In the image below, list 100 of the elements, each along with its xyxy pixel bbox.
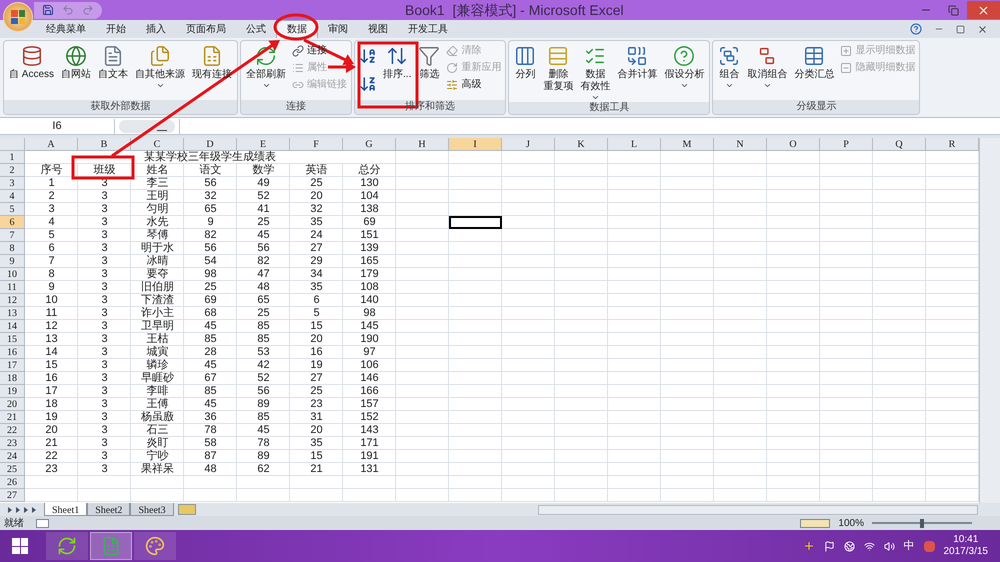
ribbon-button[interactable]: 假设分析 — [661, 42, 708, 90]
page-view-icon[interactable] — [800, 518, 830, 528]
column-header[interactable]: P — [820, 138, 873, 151]
taskbar-app[interactable] — [46, 532, 88, 560]
ribbon-tab[interactable]: 开发工具 — [398, 20, 458, 38]
row-header[interactable]: 5 — [0, 203, 25, 216]
ribbon-button[interactable]: 排序... — [380, 42, 414, 81]
row-header[interactable]: 27 — [0, 489, 25, 502]
sheet-tab[interactable]: Sheet2 — [87, 503, 130, 516]
vertical-scrollbar[interactable] — [979, 138, 1000, 503]
save-icon[interactable] — [42, 4, 54, 16]
ribbon-tab[interactable]: 公式 — [236, 20, 276, 38]
column-header[interactable]: H — [396, 138, 449, 151]
clock[interactable]: 10:41 2017/3/15 — [944, 534, 988, 558]
row-header[interactable]: 4 — [0, 190, 25, 203]
help-icon[interactable] — [910, 23, 922, 35]
column-header[interactable]: G — [343, 138, 396, 151]
row-header[interactable]: 17 — [0, 359, 25, 372]
name-box[interactable]: I6 — [0, 119, 115, 134]
fx-button[interactable] — [119, 120, 175, 133]
ribbon-button[interactable]: 取消组合 — [744, 42, 790, 90]
ribbon-tab[interactable]: 审阅 — [318, 20, 358, 38]
row-header[interactable]: 22 — [0, 424, 25, 437]
column-header[interactable]: O — [767, 138, 820, 151]
column-header[interactable]: I — [449, 138, 502, 151]
volume-icon[interactable] — [884, 540, 894, 552]
horizontal-scrollbar[interactable] — [538, 504, 978, 514]
row-header[interactable]: 8 — [0, 242, 25, 255]
column-header[interactable]: J — [502, 138, 555, 151]
row-header[interactable]: 7 — [0, 229, 25, 242]
column-header[interactable]: N — [714, 138, 767, 151]
taskbar-app[interactable] — [134, 532, 176, 560]
input-method[interactable]: 中 — [904, 538, 914, 554]
row-header[interactable]: 2 — [0, 164, 25, 177]
row-header[interactable]: 14 — [0, 320, 25, 333]
column-header[interactable]: E — [237, 138, 290, 151]
row-header[interactable]: 25 — [0, 463, 25, 476]
ribbon-button[interactable]: 数据 有效性 — [577, 42, 614, 102]
ribbon-tab[interactable]: 开始 — [96, 20, 136, 38]
close-icon[interactable] — [977, 24, 988, 34]
zoom-slider[interactable] — [872, 518, 972, 528]
close-button[interactable] — [967, 1, 1000, 19]
ribbon-button[interactable]: 全部刷新 — [243, 42, 290, 90]
active-cell[interactable] — [449, 216, 502, 229]
row-header[interactable]: 18 — [0, 372, 25, 385]
row-header[interactable]: 26 — [0, 476, 25, 489]
wifi-icon[interactable] — [864, 540, 874, 552]
slider-thumb[interactable] — [920, 518, 924, 528]
row-header[interactable]: 23 — [0, 437, 25, 450]
column-header[interactable]: L — [608, 138, 661, 151]
row-header[interactable]: 12 — [0, 294, 25, 307]
ribbon-button[interactable]: 自文本 — [95, 42, 132, 81]
row-header[interactable]: 24 — [0, 450, 25, 463]
row-header[interactable]: 6 — [0, 216, 25, 229]
network-icon[interactable] — [844, 540, 854, 552]
row-header[interactable]: 11 — [0, 281, 25, 294]
flag-icon[interactable] — [824, 540, 834, 552]
ribbon-button[interactable]: 自网站 — [58, 42, 94, 81]
ribbon-button[interactable]: 合并计算 — [614, 42, 660, 81]
office-button[interactable] — [3, 2, 33, 32]
insert-sheet-icon[interactable] — [178, 504, 196, 515]
row-header[interactable]: 19 — [0, 385, 25, 398]
column-header[interactable]: K — [555, 138, 608, 151]
windows-logo-icon[interactable] — [12, 538, 28, 554]
column-header[interactable]: F — [290, 138, 343, 151]
ribbon-button[interactable]: 删除 重复项 — [540, 42, 576, 93]
column-header[interactable]: B — [78, 138, 131, 151]
row-header[interactable]: 1 — [0, 151, 25, 164]
column-header[interactable]: A — [25, 138, 78, 151]
column-header[interactable]: D — [184, 138, 237, 151]
column-header[interactable]: M — [661, 138, 714, 151]
sheet-tab[interactable]: Sheet1 — [44, 503, 88, 516]
ribbon-tab[interactable]: 插入 — [136, 20, 176, 38]
row-header[interactable]: 9 — [0, 255, 25, 268]
ribbon-tab[interactable]: 视图 — [358, 20, 398, 38]
sheet-tab[interactable]: Sheet3 — [130, 503, 174, 516]
row-header[interactable]: 20 — [0, 398, 25, 411]
ribbon-tab[interactable]: 经典菜单 — [36, 20, 96, 38]
row-header[interactable]: 21 — [0, 411, 25, 424]
ribbon-button[interactable]: 自其他来源 — [132, 42, 188, 90]
column-header[interactable]: Q — [873, 138, 926, 151]
row-header[interactable]: 13 — [0, 307, 25, 320]
ribbon-button[interactable]: 筛选 — [415, 42, 444, 81]
restore-icon[interactable] — [948, 4, 959, 16]
ribbon-button[interactable]: 高级 — [444, 76, 484, 93]
refresh-icon — [57, 536, 77, 556]
ribbon-button[interactable]: 分列 — [511, 42, 540, 81]
ribbon-button[interactable]: 组合 — [715, 42, 744, 90]
restore-icon[interactable] — [956, 24, 965, 34]
row-header[interactable]: 15 — [0, 333, 25, 346]
ribbon-button[interactable]: 分类汇总 — [791, 42, 838, 81]
ribbon-tab[interactable]: 页面布局 — [176, 20, 236, 38]
ribbon-button[interactable]: 自 Access — [6, 42, 58, 81]
row-header[interactable]: 3 — [0, 177, 25, 190]
column-header[interactable]: R — [926, 138, 979, 151]
row-header[interactable]: 10 — [0, 268, 25, 281]
macro-icon[interactable] — [36, 518, 49, 528]
plus-icon[interactable] — [802, 540, 814, 552]
row-header[interactable]: 16 — [0, 346, 25, 359]
column-header[interactable]: C — [131, 138, 184, 151]
